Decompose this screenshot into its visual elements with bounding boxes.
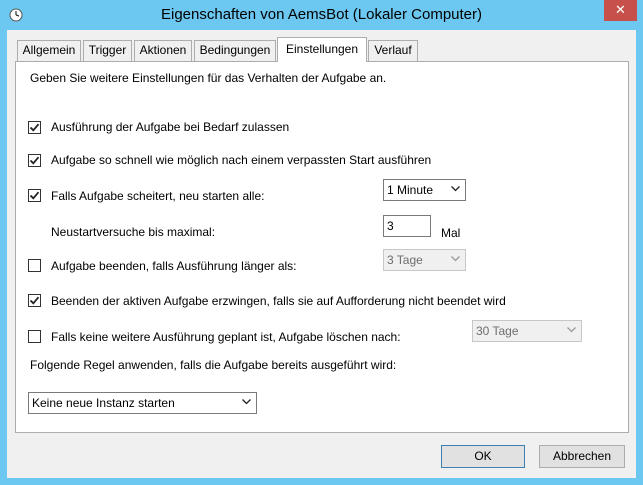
run-after-missed-checkbox[interactable]: [28, 154, 41, 167]
window-title: Eigenschaften von AemsBot (Lokaler Compu…: [161, 6, 482, 23]
stop-duration-value: 3 Tage: [387, 253, 423, 267]
restart-on-fail-checkbox[interactable]: [28, 189, 41, 202]
restart-interval-select[interactable]: 1 Minute: [383, 179, 466, 201]
delete-if-none-label: Falls keine weitere Ausführung geplant i…: [51, 330, 401, 344]
settings-panel: Geben Sie weitere Einstellungen für das …: [15, 61, 629, 433]
allow-on-demand-checkbox[interactable]: [28, 121, 41, 134]
close-icon: ✕: [615, 2, 626, 17]
rule-label: Folgende Regel anwenden, falls die Aufga…: [30, 358, 397, 372]
tab-allgemein[interactable]: Allgemein: [17, 40, 81, 61]
intro-text: Geben Sie weitere Einstellungen für das …: [30, 71, 387, 85]
stop-duration-select[interactable]: 3 Tage: [383, 249, 466, 271]
title-bar[interactable]: Eigenschaften von AemsBot (Lokaler Compu…: [0, 0, 643, 30]
checkmark-icon: [29, 296, 40, 305]
chevron-down-icon: [451, 186, 460, 192]
chevron-down-icon: [567, 327, 576, 333]
rule-value: Keine neue Instanz starten: [32, 396, 175, 410]
ok-button[interactable]: OK: [441, 445, 525, 468]
stop-if-longer-label: Aufgabe beenden, falls Ausführung länger…: [51, 259, 297, 273]
rule-select[interactable]: Keine neue Instanz starten: [28, 392, 257, 414]
retry-count-input[interactable]: 3: [383, 215, 431, 237]
retry-label: Neustartversuche bis maximal:: [51, 225, 216, 239]
restart-on-fail-label: Falls Aufgabe scheitert, neu starten all…: [51, 189, 265, 203]
allow-on-demand-label: Ausführung der Aufgabe bei Bedarf zulass…: [51, 120, 290, 134]
run-after-missed-label: Aufgabe so schnell wie möglich nach eine…: [51, 153, 432, 167]
tab-verlauf[interactable]: Verlauf: [368, 40, 418, 61]
delete-duration-select[interactable]: 30 Tage: [472, 320, 582, 342]
checkmark-icon: [29, 156, 40, 165]
chevron-down-icon: [451, 256, 460, 262]
delete-duration-value: 30 Tage: [476, 324, 519, 338]
checkmark-icon: [29, 123, 40, 132]
tab-bedingungen[interactable]: Bedingungen: [194, 40, 276, 61]
tab-aktionen[interactable]: Aktionen: [134, 40, 192, 61]
tab-trigger[interactable]: Trigger: [83, 40, 132, 61]
delete-if-none-checkbox[interactable]: [28, 330, 41, 343]
cancel-button[interactable]: Abbrechen: [539, 445, 625, 468]
retry-unit-label: Mal: [441, 226, 461, 240]
restart-interval-value: 1 Minute: [387, 183, 434, 197]
close-button[interactable]: ✕: [604, 0, 637, 21]
force-stop-label: Beenden der aktiven Aufgabe erzwingen, f…: [51, 294, 506, 308]
dialog-client: Allgemein Trigger Aktionen Bedingungen E…: [7, 30, 636, 478]
checkmark-icon: [29, 191, 40, 200]
force-stop-checkbox[interactable]: [28, 294, 41, 307]
chevron-down-icon: [242, 399, 251, 405]
stop-if-longer-checkbox[interactable]: [28, 259, 41, 272]
dialog-window: Eigenschaften von AemsBot (Lokaler Compu…: [0, 0, 643, 485]
tab-einstellungen[interactable]: Einstellungen: [277, 37, 367, 62]
